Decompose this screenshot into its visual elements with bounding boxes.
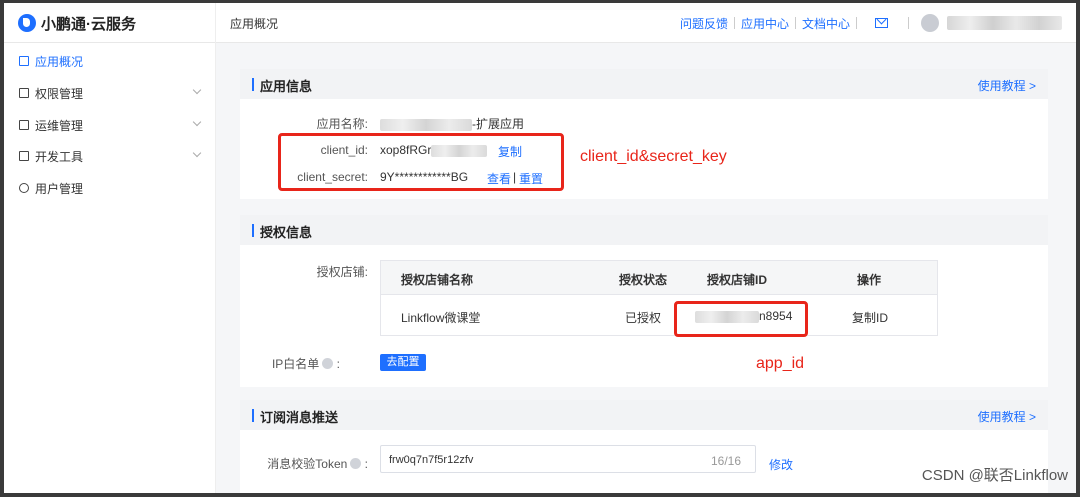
tutorial-link[interactable]: 使用教程 > xyxy=(978,77,1036,94)
chevron-down-icon xyxy=(192,148,202,158)
sidebar-item-users[interactable]: 用户管理 xyxy=(4,176,216,200)
annotation-client-id: client_id&secret_key xyxy=(580,148,727,165)
sidebar-item-overview[interactable]: 应用概况 xyxy=(4,49,216,73)
ip-label-colon: : xyxy=(336,357,340,371)
info-icon[interactable] xyxy=(350,458,362,469)
shop-table: 授权店铺名称 授权状态 授权店铺ID 操作 Linkflow微课堂 已授权 n8… xyxy=(380,260,938,336)
grid-icon xyxy=(19,56,29,66)
annotation-box xyxy=(674,301,808,337)
sidebar-item-label: 运维管理 xyxy=(35,118,84,133)
column-header: 授权状态 xyxy=(619,273,668,287)
shop-status-cell: 已授权 xyxy=(625,311,662,325)
configure-button[interactable]: 去配置 xyxy=(380,354,426,371)
breadcrumb: 应用概况 xyxy=(230,17,279,31)
column-header: 操作 xyxy=(857,273,882,287)
annotation-app-id: app_id xyxy=(756,355,805,372)
top-links: 问题反馈 应用中心 文档中心 xyxy=(680,3,1076,43)
token-char-count: 16/16 xyxy=(710,454,741,468)
sidebar-item-dev-tools[interactable]: 开发工具 xyxy=(4,144,216,168)
watermark: CSDN @联否Linkflow xyxy=(921,467,1068,484)
sidebar-item-permissions[interactable]: 权限管理 xyxy=(4,81,216,105)
brand-name: 小鹏通·云服务 xyxy=(41,15,136,33)
panel-header: 应用信息 使用教程 > xyxy=(240,69,1048,99)
panel-header: 授权信息 xyxy=(240,215,1048,245)
title-accent xyxy=(252,224,254,237)
title-accent xyxy=(252,78,254,91)
chevron-down-icon xyxy=(192,85,202,95)
app-name-label: 应用名称: xyxy=(316,117,368,131)
token-value: frw0q7n7f5r12zfv xyxy=(389,454,474,466)
divider xyxy=(794,17,796,29)
sidebar-item-label: 权限管理 xyxy=(35,86,84,101)
divider xyxy=(908,17,909,29)
shop-name-cell: Linkflow微课堂 xyxy=(401,311,481,325)
app-info-panel: 应用信息 使用教程 > 应用名称: -扩展应用 client_id: xop8f… xyxy=(240,69,1048,199)
token-label-text: 消息校验Token xyxy=(267,457,348,471)
auth-info-panel: 授权信息 授权店铺: 授权店铺名称 授权状态 授权店铺ID 操作 Linkflo… xyxy=(240,215,1048,387)
column-header: 授权店铺名称 xyxy=(401,273,474,287)
panel-header: 订阅消息推送 使用教程 > xyxy=(240,400,1048,430)
copy-id-button[interactable]: 复制ID xyxy=(852,309,888,326)
user-icon xyxy=(19,183,29,193)
sidebar-item-label: 开发工具 xyxy=(35,149,84,164)
clipboard-icon xyxy=(19,88,29,98)
logo-icon xyxy=(18,14,36,32)
app-name-value: -扩展应用 xyxy=(380,115,524,132)
shop-label: 授权店铺: xyxy=(316,265,368,279)
redacted-text xyxy=(380,118,472,131)
panel-title: 应用信息 xyxy=(260,79,313,94)
column-header: 授权店铺ID xyxy=(707,273,768,287)
panel-title: 订阅消息推送 xyxy=(260,410,339,425)
chevron-down-icon xyxy=(192,117,202,127)
info-icon[interactable] xyxy=(322,358,334,369)
panel-title: 授权信息 xyxy=(260,225,313,240)
mail-icon[interactable] xyxy=(875,18,888,28)
app-center-link[interactable]: 应用中心 xyxy=(741,15,789,32)
sidebar-item-label: 应用概况 xyxy=(35,54,84,69)
app-window: 小鹏通·云服务 应用概况 问题反馈 应用中心 文档中心 应用概况 权限管理 运维… xyxy=(4,3,1076,493)
ip-whitelist-label: IP白名单 : xyxy=(228,355,340,372)
title-accent xyxy=(252,409,254,422)
divider xyxy=(733,17,735,29)
brand[interactable]: 小鹏通·云服务 xyxy=(4,3,216,43)
token-label-colon: : xyxy=(364,457,368,471)
docs-center-link[interactable]: 文档中心 xyxy=(802,15,850,32)
token-label: 消息校验Token : xyxy=(228,455,368,472)
feedback-link[interactable]: 问题反馈 xyxy=(680,15,728,32)
avatar[interactable] xyxy=(921,14,939,32)
tutorial-link[interactable]: 使用教程 > xyxy=(978,408,1036,425)
top-header: 小鹏通·云服务 应用概况 问题反馈 应用中心 文档中心 xyxy=(4,3,1076,43)
divider xyxy=(856,17,857,29)
tools-icon xyxy=(19,151,29,161)
table-header: 授权店铺名称 授权状态 授权店铺ID 操作 xyxy=(381,261,937,295)
user-name-redacted[interactable] xyxy=(947,16,1062,30)
sidebar: 应用概况 权限管理 运维管理 开发工具 用户管理 xyxy=(4,43,216,493)
sidebar-item-operations[interactable]: 运维管理 xyxy=(4,113,216,137)
ip-label-text: IP白名单 xyxy=(271,357,320,371)
annotation-box xyxy=(278,133,564,191)
sidebar-item-label: 用户管理 xyxy=(35,181,84,196)
token-input[interactable]: frw0q7n7f5r12zfv 16/16 xyxy=(380,445,756,473)
server-icon xyxy=(19,120,29,130)
app-name-suffix: -扩展应用 xyxy=(472,117,524,131)
modify-token-button[interactable]: 修改 xyxy=(769,456,793,473)
